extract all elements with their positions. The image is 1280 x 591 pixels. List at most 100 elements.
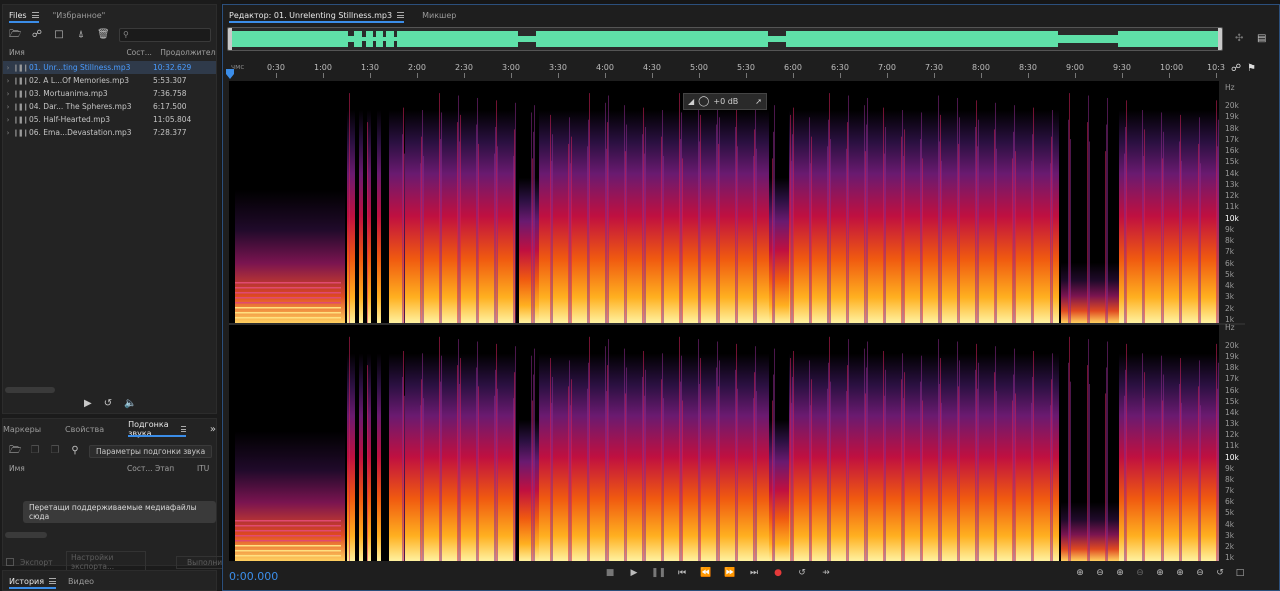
hz-unit: Hz (1225, 83, 1235, 92)
tab-history[interactable]: История (9, 571, 57, 591)
file-row[interactable]: › ❙❚❙ 02. A L...Of Memories.mp3 5:53.307 (3, 74, 216, 87)
copy-icon[interactable]: ❐ (29, 445, 41, 457)
zoom-in-amplitude-icon[interactable]: ⊕ (1073, 568, 1087, 578)
loop-icon[interactable]: ↺ (795, 568, 809, 578)
tab-favorites[interactable]: "Избранное" (53, 5, 106, 25)
panel-menu-icon[interactable] (31, 12, 39, 18)
tab-files[interactable]: Files (9, 5, 39, 25)
panel-menu-icon[interactable] (397, 12, 405, 18)
tab-editor[interactable]: Редактор: 01. Unrelenting Stillness.mp3 (229, 5, 405, 25)
rewind-icon[interactable]: ⏪ (699, 568, 713, 578)
open-folder-icon[interactable]: 🗁 (9, 29, 21, 41)
playhead-icon[interactable] (226, 69, 234, 79)
new-file-icon[interactable]: □ (53, 29, 65, 41)
time-ruler[interactable]: чмс 0:30 1:00 1:30 2:00 2:30 3:00 3:30 4:00 4:30… (226, 61, 1225, 79)
marker-pin-icon[interactable]: ⚑ (1247, 63, 1256, 74)
stop-icon[interactable]: ■ (603, 568, 617, 578)
display-settings-icon[interactable]: ▤ (1257, 33, 1266, 44)
insert-icon[interactable]: ⍋ (75, 29, 87, 41)
panel-menu-icon[interactable] (180, 426, 186, 432)
expand-icon[interactable]: » (210, 424, 216, 435)
spectrogram-right-graphic (235, 325, 1219, 561)
params-button[interactable]: Параметры подгонки звука (89, 444, 213, 458)
import-icon[interactable]: ☍ (31, 29, 43, 41)
pin-icon[interactable]: ➚ (755, 97, 762, 106)
match-col-name[interactable]: Имя (3, 464, 127, 473)
zoom-reset-icon[interactable]: ↺ (1213, 568, 1227, 578)
duplicate-icon[interactable]: ❐ (49, 445, 61, 457)
zoom-in-time-icon[interactable]: ⊕ (1113, 568, 1127, 578)
ruler-tick-label: 9:00 (1066, 63, 1084, 72)
preview-loop-icon[interactable]: ↺ (104, 398, 112, 409)
tab-match-loudness[interactable]: Подгонка звука (128, 419, 186, 439)
preview-volume-icon[interactable]: 🔈 (124, 398, 136, 409)
file-row[interactable]: › ❙❚❙ 03. Mortuanima.mp3 7:36.758 (3, 87, 216, 100)
expand-chevron-icon[interactable]: › (3, 129, 13, 137)
skip-selection-icon[interactable]: ⇸ (819, 568, 833, 578)
ruler-tick-label: 8:00 (972, 63, 990, 72)
ruler-tick-mark (934, 73, 935, 78)
open-folder-icon[interactable]: 🗁 (9, 445, 21, 457)
go-to-start-icon[interactable]: ⏮ (675, 568, 689, 578)
ruler-tick-mark (558, 73, 559, 78)
expand-chevron-icon[interactable]: › (3, 103, 13, 111)
settings-person-icon[interactable]: ⚲ (69, 445, 81, 457)
panel-menu-icon[interactable] (49, 578, 57, 584)
zoom-out-full-icon[interactable]: ⊖ (1133, 568, 1147, 578)
file-row[interactable]: › ❙❚❙ 05. Half-Hearted.mp3 11:05.804 (3, 113, 216, 126)
expand-chevron-icon[interactable]: › (3, 64, 13, 72)
col-duration[interactable]: Продолжительн... (160, 48, 216, 57)
current-time[interactable]: 0:00.000 (229, 570, 278, 583)
file-row[interactable]: › ❙❚❙ 06. Ema...Devastation.mp3 7:28.377 (3, 126, 216, 139)
zoom-selection-icon[interactable]: ⊖ (1193, 568, 1207, 578)
match-scrollbar[interactable] (5, 532, 47, 538)
hz-label: 13k (1225, 419, 1239, 429)
zoom-in-right-icon[interactable]: ⊕ (1173, 568, 1187, 578)
drop-hint: Перетащи поддерживаемые медиафайлы сюда (23, 501, 216, 523)
full-view-icon[interactable]: □ (1233, 568, 1247, 578)
file-row[interactable]: › ❙❚❙ 04. Dar... The Spheres.mp3 6:17.500 (3, 100, 216, 113)
file-row[interactable]: › ❙❚❙ 01. Unr...ting Stillness.mp3 10:32.62… (3, 61, 216, 74)
hz-label: 17k (1225, 374, 1239, 384)
export-checkbox[interactable] (6, 558, 14, 566)
preview-play-icon[interactable]: ▶ (84, 398, 92, 409)
zoom-navigator-icon[interactable]: ✣ (1235, 33, 1243, 44)
zoom-out-amplitude-icon[interactable]: ⊖ (1093, 568, 1107, 578)
snap-icon[interactable]: ☍ (1231, 63, 1241, 74)
go-to-end-icon[interactable]: ⏭ (747, 568, 761, 578)
tab-markers[interactable]: Маркеры (3, 419, 41, 439)
play-icon[interactable]: ▶ (627, 568, 641, 578)
ruler-tick-label: 7:00 (878, 63, 896, 72)
pause-icon[interactable]: ❚❚ (651, 568, 666, 578)
file-name: 03. Mortuanima.mp3 (29, 89, 108, 98)
hz-label: 11k (1225, 202, 1239, 212)
expand-chevron-icon[interactable]: › (3, 116, 13, 124)
hz-label: 11k (1225, 441, 1239, 451)
tab-properties[interactable]: Свойства (65, 419, 104, 439)
file-name: 02. A L...Of Memories.mp3 (29, 76, 129, 85)
col-name[interactable]: Имя (3, 48, 126, 57)
col-status[interactable]: Сост... (126, 48, 160, 57)
trash-icon[interactable]: 🗑 (97, 29, 110, 41)
files-scrollbar[interactable] (5, 387, 55, 393)
spectrogram-channel-left[interactable] (229, 81, 1219, 323)
tab-mixer[interactable]: Микшер (422, 5, 456, 25)
zoom-in-left-icon[interactable]: ⊕ (1153, 568, 1167, 578)
transport-controls: ■ ▶ ❚❚ ⏮ ⏪ ⏩ ⏭ ● ↺ ⇸ (603, 568, 833, 578)
ruler-tick-mark (276, 73, 277, 78)
gain-value[interactable]: +0 dB (713, 97, 738, 106)
match-col-stage[interactable]: Этап (155, 464, 197, 473)
fast-forward-icon[interactable]: ⏩ (723, 568, 737, 578)
level-meter-icon: ◢ (688, 97, 695, 106)
match-col-itu[interactable]: ITU (197, 464, 209, 473)
search-input[interactable]: ⚲ (119, 28, 211, 42)
overview-waveform[interactable] (227, 27, 1223, 51)
record-icon[interactable]: ● (771, 568, 785, 578)
expand-chevron-icon[interactable]: › (3, 77, 13, 85)
tab-video[interactable]: Видео (68, 571, 94, 591)
match-col-status[interactable]: Сост... (127, 464, 155, 473)
gain-knob-icon[interactable]: ◯ (698, 96, 709, 107)
expand-chevron-icon[interactable]: › (3, 90, 13, 98)
spectrogram-channel-right[interactable] (229, 325, 1219, 561)
gain-hud[interactable]: ◢ ◯ +0 dB ➚ (683, 93, 767, 110)
